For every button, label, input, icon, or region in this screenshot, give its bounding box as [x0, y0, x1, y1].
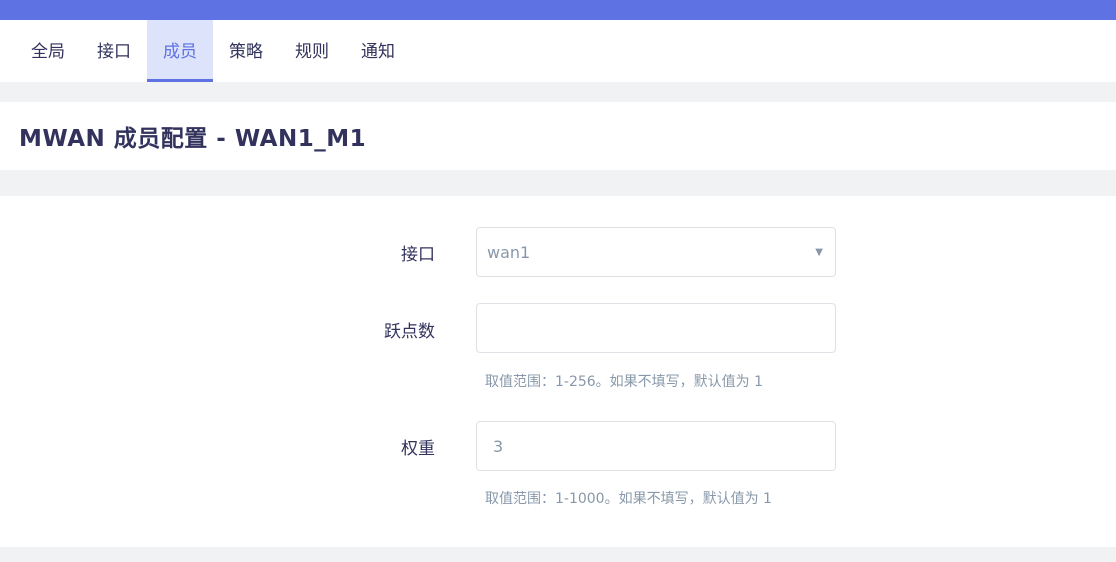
- interface-label: 接口: [401, 245, 435, 265]
- tab-notifications[interactable]: 通知: [345, 20, 411, 82]
- title-card: MWAN 成员配置 - WAN1_M1: [0, 102, 1116, 170]
- tab-interfaces[interactable]: 接口: [81, 20, 147, 82]
- tab-members[interactable]: 成员: [147, 20, 213, 82]
- interface-select[interactable]: wan1 ▼: [476, 227, 836, 277]
- metric-input[interactable]: [476, 303, 836, 353]
- top-accent-bar: [0, 0, 1116, 20]
- page-title: MWAN 成员配置 - WAN1_M1: [19, 126, 367, 152]
- metric-label: 跃点数: [384, 322, 435, 342]
- tab-policies[interactable]: 策略: [213, 20, 279, 82]
- member-config-form: 接口 wan1 ▼ 跃点数 取值范围：1-256。如果不填写，默认值为 1 权重…: [0, 196, 1116, 547]
- tab-global[interactable]: 全局: [15, 20, 81, 82]
- tab-bar: 全局 接口 成员 策略 规则 通知: [0, 20, 1116, 82]
- metric-hint: 取值范围：1-256。如果不填写，默认值为 1: [485, 374, 764, 390]
- weight-hint: 取值范围：1-1000。如果不填写，默认值为 1: [485, 491, 772, 507]
- interface-select-value: wan1: [487, 242, 531, 262]
- weight-input[interactable]: [476, 421, 836, 471]
- weight-label: 权重: [401, 439, 435, 459]
- tab-rules[interactable]: 规则: [279, 20, 345, 82]
- caret-down-icon: ▼: [815, 246, 823, 258]
